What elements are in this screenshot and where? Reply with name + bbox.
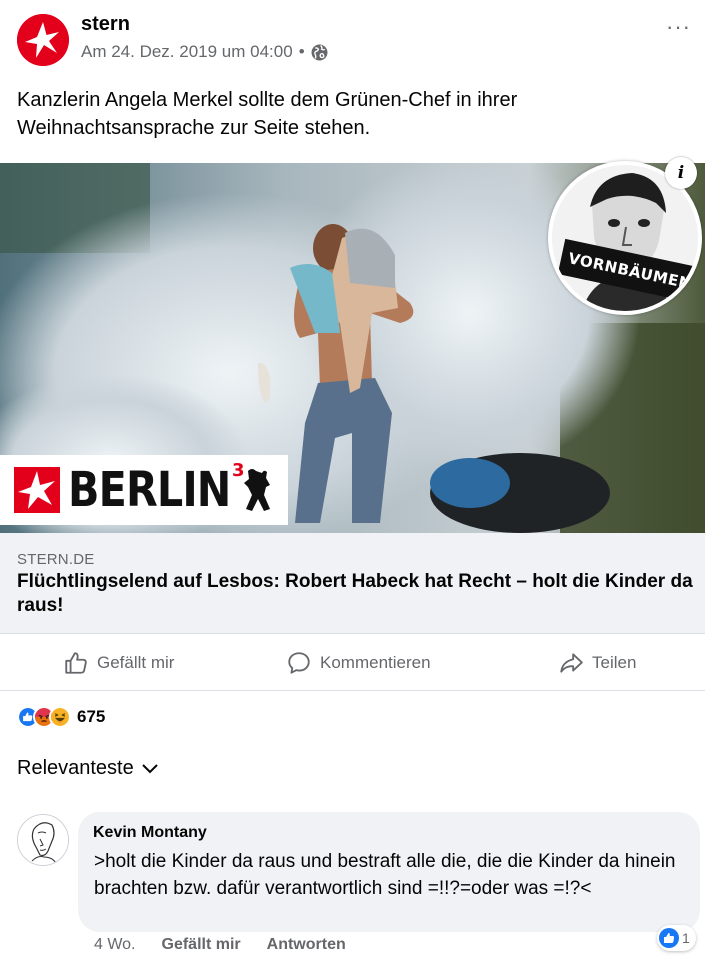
sketch-face-avatar-icon [18,815,68,865]
comment-text: >holt die Kinder da raus und bestraft al… [94,851,676,899]
thumbs-up-icon [664,933,675,943]
chevron-down-icon [142,763,158,773]
comment-sort-label: Relevanteste [17,757,134,779]
like-button[interactable]: Gefällt mir [63,634,174,692]
comment-like-button[interactable]: Gefällt mir [162,936,241,954]
meta-separator: • [298,42,305,61]
comment-button[interactable]: Kommentieren [286,634,431,692]
info-icon[interactable]: i [665,157,697,189]
reaction-summary[interactable]: 675 [17,706,105,728]
comment-reply-button[interactable]: Antworten [267,936,346,954]
share-button-label: Teilen [592,653,637,672]
share-button[interactable]: Teilen [558,634,636,692]
like-reaction-icon [659,928,679,948]
link-domain: STERN.DE [17,551,95,568]
stern-logo-icon [17,14,69,66]
link-title[interactable]: Flüchtlingselend auf Lesbos: Robert Habe… [17,570,697,618]
comment-reaction-badge[interactable]: 1 [657,925,696,951]
share-arrow-icon [560,653,583,673]
post-action-bar: Gefällt mir Kommentieren Teilen [0,633,705,691]
comment-actions: 4 Wo. Gefällt mir Antworten [94,936,346,954]
berlin-bear-icon [244,469,270,511]
comment-button-label: Kommentieren [320,653,431,672]
comment-bubble: Kevin Montany >holt die Kinder da raus u… [78,812,700,932]
stern-star-icon [14,467,60,513]
commenter-avatar[interactable] [17,814,69,866]
comment-reaction-count: 1 [682,930,690,946]
comment-sort-dropdown[interactable]: Relevanteste [17,757,160,780]
page-name[interactable]: stern [81,13,130,36]
post-text: Kanzlerin Angela Merkel sollte dem Grüne… [17,89,518,139]
link-preview[interactable]: STERN.DE Flüchtlingselend auf Lesbos: Ro… [0,533,705,633]
berlin-wordmark: BERLIN [68,462,231,518]
post-meta: Am 24. Dez. 2019 um 04:00 • [81,42,328,62]
thumbs-up-icon [65,652,87,674]
comment-time[interactable]: 4 Wo. [94,936,136,954]
reaction-count: 675 [77,707,106,726]
page-avatar[interactable] [17,14,69,66]
globe-icon [311,44,328,60]
comment-author[interactable]: Kevin Montany [93,824,684,842]
post-header: stern Am 24. Dez. 2019 um 04:00 • ··· [0,0,705,80]
like-button-label: Gefällt mir [97,653,175,672]
berlin-3-logo: BERLIN 3 [0,455,288,525]
more-options-icon[interactable]: ··· [666,14,691,40]
comment-bubble-icon [288,652,310,674]
haha-reaction-icon [49,706,71,728]
post-timestamp[interactable]: Am 24. Dez. 2019 um 04:00 [81,42,293,62]
